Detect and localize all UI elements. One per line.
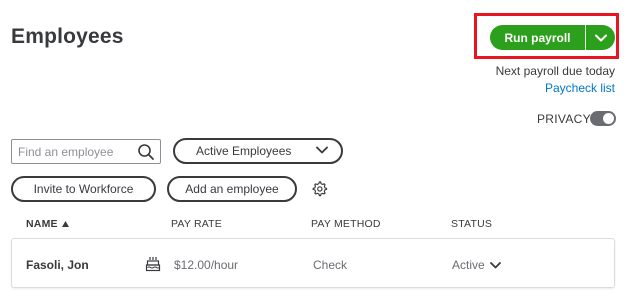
paycheck-list-link[interactable]: Paycheck list [545,81,615,95]
cake-icon [145,257,161,272]
search-icon[interactable] [137,143,155,161]
next-payroll-text: Next payroll due today [495,64,615,78]
run-payroll-split-button: Run payroll [490,25,615,50]
sort-up-icon [61,221,69,227]
privacy-toggle[interactable] [590,111,616,126]
run-payroll-button[interactable]: Run payroll [490,25,585,50]
column-header-status[interactable]: STATUS [451,218,492,230]
chevron-down-icon [489,261,501,268]
page-title: Employees [11,25,124,48]
column-header-pay-rate[interactable]: PAY RATE [171,218,222,230]
search-input[interactable] [12,141,134,162]
filter-selected-value: Active Employees [196,144,292,158]
employee-filter-select[interactable]: Active Employees [173,138,343,164]
run-payroll-menu-button[interactable] [586,25,615,50]
column-header-name[interactable]: NAME [26,218,69,230]
invite-to-workforce-button[interactable]: Invite to Workforce [11,176,156,202]
chevron-down-icon [594,34,607,41]
privacy-label: PRIVACY [537,112,591,126]
chevron-down-icon [316,146,328,154]
employee-search [11,139,161,164]
employee-pay-rate: $12.00/hour [174,258,239,272]
employee-status: Active [452,258,485,272]
add-employee-button[interactable]: Add an employee [167,176,297,202]
gear-icon[interactable] [311,180,328,197]
column-header-label: NAME [26,218,58,230]
column-header-pay-method[interactable]: PAY METHOD [311,218,381,230]
split-divider [585,25,586,50]
employee-pay-method: Check [313,258,348,272]
table-row[interactable]: Fasoli, Jon $12.00/hour Check Active [11,238,615,288]
employee-status-dropdown[interactable]: Active [452,258,501,272]
toggle-knob [603,113,614,124]
employee-name[interactable]: Fasoli, Jon [26,258,89,272]
